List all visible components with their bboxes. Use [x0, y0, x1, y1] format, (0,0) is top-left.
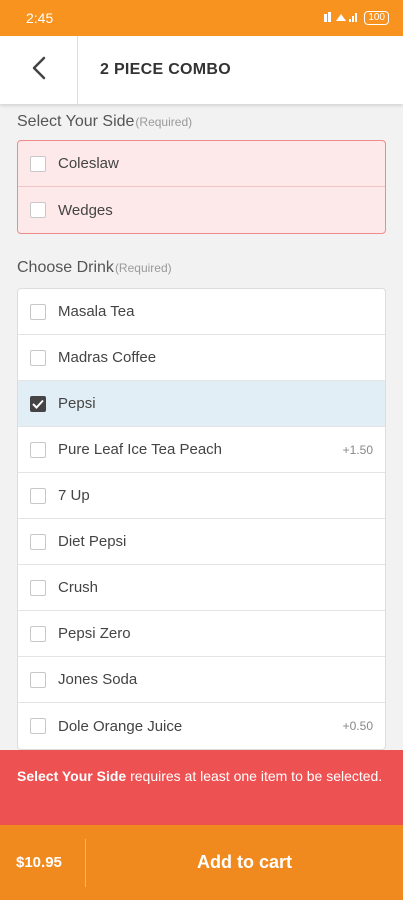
- option-label: Dole Orange Juice: [58, 717, 183, 735]
- option-label: Pepsi Zero: [58, 625, 131, 642]
- drink-options-group: Masala Tea Madras Coffee Pepsi Pure Leaf…: [17, 288, 386, 750]
- side-option-wedges[interactable]: Wedges: [18, 187, 385, 233]
- drink-option-7-up[interactable]: 7 Up: [18, 473, 385, 519]
- status-bar: 2:45 100: [0, 0, 403, 36]
- checkbox[interactable]: [30, 202, 46, 218]
- checkbox[interactable]: [30, 349, 46, 366]
- options-scroll-area[interactable]: Select Your Side (Required) Coleslaw Wedg…: [0, 104, 403, 750]
- drink-option-pepsi-zero[interactable]: Pepsi Zero: [18, 611, 385, 657]
- side-required-label: (Required): [135, 115, 193, 129]
- option-label: Pure Leaf Ice Tea Peach: [58, 441, 223, 458]
- status-time: 2:45: [26, 10, 54, 26]
- checkbox[interactable]: [30, 303, 46, 320]
- error-bold-text: Select Your Side: [17, 768, 127, 784]
- option-label: Diet Pepsi: [58, 533, 127, 550]
- back-button[interactable]: [0, 36, 78, 104]
- status-icons: 100: [324, 11, 389, 26]
- side-title: Select Your Side: [17, 113, 135, 130]
- option-label: 7 Up: [58, 487, 90, 504]
- option-label: Masala Tea: [58, 303, 135, 320]
- option-label: Crush: [58, 579, 99, 596]
- option-label: Coleslaw: [58, 155, 119, 172]
- drink-option-pepsi[interactable]: Pepsi: [18, 381, 385, 427]
- checkbox[interactable]: [30, 671, 46, 688]
- drink-option-diet-pepsi[interactable]: Diet Pepsi: [18, 519, 385, 565]
- signal-icon: [324, 11, 358, 26]
- cart-footer: $10.95 Add to cart: [0, 825, 403, 900]
- option-label: Jones Soda: [58, 671, 138, 688]
- option-label: Pepsi: [58, 395, 96, 412]
- drink-option-madras-coffee[interactable]: Madras Coffee: [18, 335, 385, 381]
- drink-option-masala-tea[interactable]: Masala Tea: [18, 289, 385, 335]
- option-price: +0.50: [342, 719, 373, 733]
- checkbox[interactable]: [30, 155, 46, 172]
- drink-section-title: Choose Drink (Required): [0, 234, 403, 288]
- checkbox[interactable]: [30, 441, 46, 458]
- error-banner: Select Your Side requires at least one i…: [0, 750, 403, 825]
- option-label: Wedges: [58, 201, 113, 219]
- drink-option-jones-soda[interactable]: Jones Soda: [18, 657, 385, 703]
- side-options-group: Coleslaw Wedges: [17, 140, 386, 234]
- check-icon: [32, 399, 44, 409]
- battery-icon: 100: [364, 11, 389, 25]
- app-header: 2 PIECE COMBO: [0, 36, 403, 104]
- total-price: $10.95: [0, 838, 86, 887]
- checkbox[interactable]: [30, 625, 46, 642]
- chevron-left-icon: [31, 56, 47, 85]
- drink-title: Choose Drink: [17, 259, 114, 276]
- checkbox[interactable]: [30, 487, 46, 504]
- page-title: 2 PIECE COMBO: [100, 61, 232, 78]
- drink-option-crush[interactable]: Crush: [18, 565, 385, 611]
- checkbox[interactable]: [30, 579, 46, 596]
- error-text: requires at least one item to be selecte…: [126, 768, 383, 784]
- side-section-title: Select Your Side (Required): [0, 104, 403, 140]
- drink-required-label: (Required): [114, 261, 172, 275]
- checkbox-checked[interactable]: [30, 395, 46, 412]
- add-to-cart-button[interactable]: Add to cart: [86, 852, 403, 873]
- checkbox[interactable]: [30, 718, 46, 734]
- option-price: +1.50: [342, 442, 373, 457]
- drink-option-pure-leaf[interactable]: Pure Leaf Ice Tea Peach +1.50: [18, 427, 385, 473]
- drink-option-dole-orange-juice[interactable]: Dole Orange Juice +0.50: [18, 703, 385, 749]
- checkbox[interactable]: [30, 533, 46, 550]
- side-option-coleslaw[interactable]: Coleslaw: [18, 141, 385, 187]
- option-label: Madras Coffee: [58, 349, 157, 366]
